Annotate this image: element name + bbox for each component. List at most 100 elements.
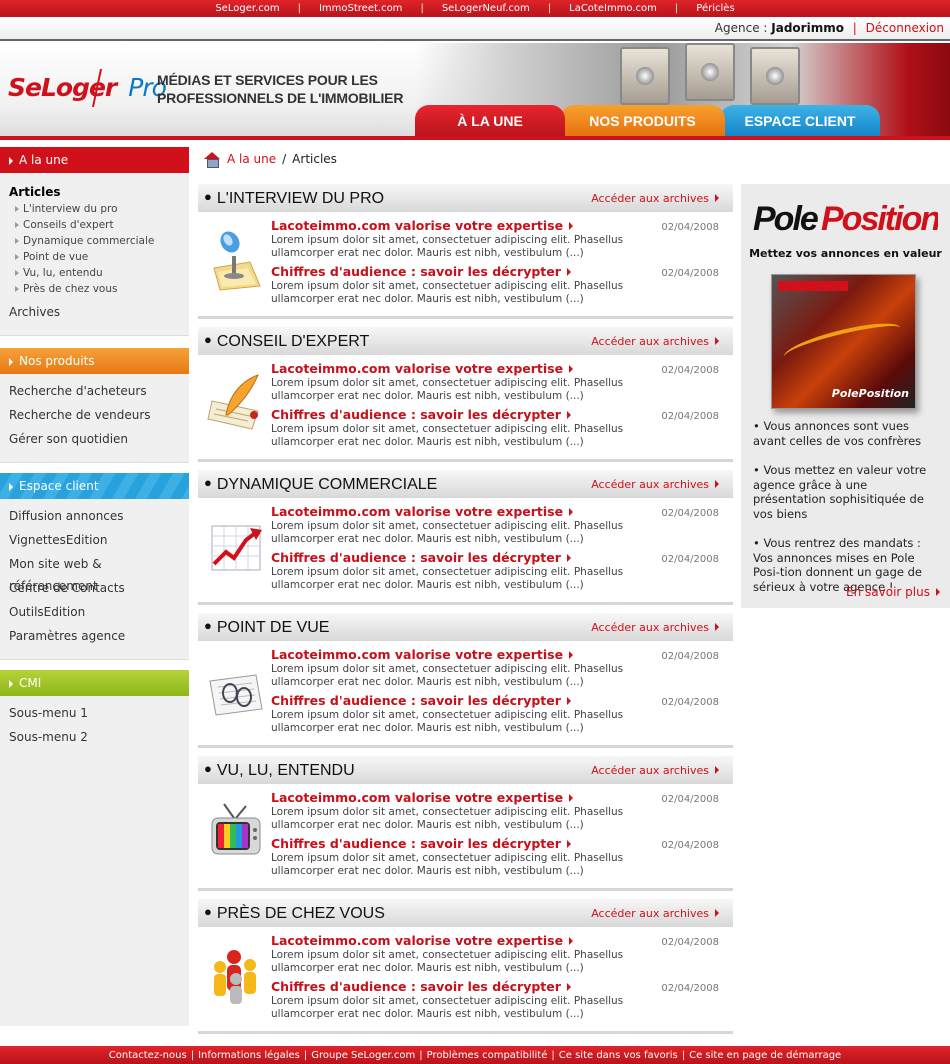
section-title[interactable]: ● PRÈS DE CHEZ VOUS [204, 904, 385, 923]
box-brand-label [778, 281, 848, 291]
seloger-pro-logo[interactable]: SeLoger Pro [8, 69, 167, 107]
arrow-right-icon [569, 222, 574, 230]
sidebar-subitem-interview[interactable]: L'interview du pro [9, 201, 189, 217]
articles-list: ● L'INTERVIEW DU PRO Accéder aux archives L… [198, 184, 733, 1042]
network-link-pericles[interactable]: Périclès [696, 3, 734, 14]
agency-name: Jadorimmo [771, 21, 844, 35]
separator: | [419, 1049, 423, 1061]
sidebar-heading-label: A la une [19, 153, 69, 167]
footer-link-group[interactable]: Groupe SeLoger.com [307, 1050, 419, 1061]
sidebar-item-site-web[interactable]: Mon site web & référencement [9, 553, 189, 593]
article-item: Chiffres d'audience : savoir les décrypt… [271, 836, 727, 878]
article-title-link[interactable]: Chiffres d'audience : savoir les décrypt… [271, 693, 571, 708]
arrow-right-icon [715, 909, 719, 917]
sidebar-item-recherche-acheteurs[interactable]: Recherche d'acheteurs [9, 380, 189, 404]
sidebar-subitem-point-de-vue[interactable]: Point de vue [9, 249, 189, 265]
speaker-icon [750, 47, 800, 105]
sidebar-section-espace-client: Diffusion annonces VignettesEdition Mon … [0, 499, 189, 660]
tab-nos-produits[interactable]: NOS PRODUITS [560, 105, 725, 136]
footer-link-homepage[interactable]: Ce site en page de démarrage [685, 1050, 845, 1061]
sidebar-heading-cmi[interactable]: CMI [0, 670, 189, 696]
logout-link[interactable]: Déconnexion [866, 21, 944, 35]
network-link-immostreet[interactable]: ImmoStreet.com [319, 3, 402, 14]
svg-text:Pole: Pole [753, 200, 818, 238]
sidebar-item-outils-edition[interactable]: OutilsEdition [9, 601, 189, 625]
article-title-link[interactable]: Lacoteimmo.com valorise votre expertise [271, 790, 574, 805]
breadcrumb-link-a-la-une[interactable]: A la une [227, 152, 276, 166]
article-title: Lacoteimmo.com valorise votre expertise [271, 218, 564, 233]
quill-letter-icon [206, 371, 266, 435]
pole-position-logo[interactable]: Pole Position [753, 194, 938, 242]
archives-label: Accéder aux archives [591, 478, 709, 491]
section-body: Lacoteimmo.com valorise votre expertise 0… [198, 355, 733, 462]
sidebar-subitem-conseils[interactable]: Conseils d'expert [9, 217, 189, 233]
article-title-link[interactable]: Lacoteimmo.com valorise votre expertise [271, 218, 574, 233]
article-date: 02/04/2008 [661, 840, 719, 851]
arrow-right-icon [9, 679, 13, 688]
section-title[interactable]: ● POINT DE VUE [204, 618, 329, 637]
glasses-document-icon [206, 657, 266, 721]
sidebar-item-vignettes-edition[interactable]: VignettesEdition [9, 529, 189, 553]
section-title-label: PRÈS DE CHEZ VOUS [216, 905, 385, 922]
article-title-link[interactable]: Lacoteimmo.com valorise votre expertise [271, 647, 574, 662]
footer-link-compat[interactable]: Problèmes compatibilité [423, 1050, 552, 1061]
network-link-selogerneuf[interactable]: SeLogerNeuf.com [442, 3, 530, 14]
sidebar-item-centre-contacts[interactable]: Centre de Contacts [9, 577, 189, 601]
home-icon[interactable] [203, 152, 221, 168]
sidebar-item-sous-menu-1[interactable]: Sous-menu 1 [9, 702, 189, 726]
footer-link-legal[interactable]: Informations légales [194, 1050, 304, 1061]
arrow-right-icon [566, 697, 571, 705]
article-item: Chiffres d'audience : savoir les décrypt… [271, 979, 727, 1021]
network-link-seloger[interactable]: SeLoger.com [215, 3, 279, 14]
archives-link[interactable]: Accéder aux archives [591, 335, 719, 348]
section-title[interactable]: ● L'INTERVIEW DU PRO [204, 189, 384, 208]
archives-link[interactable]: Accéder aux archives [591, 907, 719, 920]
arrow-right-icon [566, 268, 571, 276]
article-section: ● DYNAMIQUE COMMERCIALE Accéder aux archiv… [198, 470, 733, 613]
article-title-link[interactable]: Chiffres d'audience : savoir les décrypt… [271, 979, 571, 994]
sidebar-item-articles[interactable]: Articles [9, 183, 189, 201]
tab-a-la-une[interactable]: À LA UNE [415, 105, 565, 136]
article-title-link[interactable]: Lacoteimmo.com valorise votre expertise [271, 933, 574, 948]
section-title[interactable]: ● VU, LU, ENTENDU [204, 761, 355, 780]
sidebar-heading-a-la-une[interactable]: A la une [0, 147, 189, 173]
sidebar-item-sous-menu-2[interactable]: Sous-menu 2 [9, 726, 189, 750]
archives-link[interactable]: Accéder aux archives [591, 478, 719, 491]
network-link-lacoteimmo[interactable]: LaCoteImmo.com [569, 3, 657, 14]
footer-link-contact[interactable]: Contactez-nous [105, 1050, 191, 1061]
archives-link[interactable]: Accéder aux archives [591, 192, 719, 205]
article-item: Lacoteimmo.com valorise votre expertise 0… [271, 790, 727, 832]
footer-link-favorites[interactable]: Ce site dans vos favoris [555, 1050, 682, 1061]
article-title-link[interactable]: Chiffres d'audience : savoir les décrypt… [271, 550, 571, 565]
separator: | [420, 3, 424, 14]
archives-link[interactable]: Accéder aux archives [591, 621, 719, 634]
article-item: Chiffres d'audience : savoir les décrypt… [271, 550, 727, 592]
sidebar-subitem-dynamique[interactable]: Dynamique commerciale [9, 233, 189, 249]
article-title: Chiffres d'audience : savoir les décrypt… [271, 979, 561, 994]
article-title-link[interactable]: Chiffres d'audience : savoir les décrypt… [271, 836, 571, 851]
section-title[interactable]: ● DYNAMIQUE COMMERCIALE [204, 475, 437, 494]
sidebar-item-parametres-agence[interactable]: Paramètres agence [9, 625, 189, 649]
archives-link[interactable]: Accéder aux archives [591, 764, 719, 777]
separator: | [190, 1049, 195, 1061]
sidebar-heading-nos-produits[interactable]: Nos produits [0, 348, 189, 374]
sidebar-heading-espace-client[interactable]: Espace client [0, 473, 189, 499]
article-title-link[interactable]: Chiffres d'audience : savoir les décrypt… [271, 264, 571, 279]
tab-espace-client[interactable]: ESPACE CLIENT [720, 105, 880, 136]
article-date: 02/04/2008 [661, 651, 719, 662]
section-header: ● POINT DE VUE Accéder aux archives [198, 613, 733, 641]
sidebar-item-archives[interactable]: Archives [9, 301, 189, 325]
article-title-link[interactable]: Lacoteimmo.com valorise votre expertise [271, 361, 574, 376]
sidebar-subitem-pres-de-chez-vous[interactable]: Près de chez vous [9, 281, 189, 297]
article-section: ● VU, LU, ENTENDU Accéder aux archives Laco… [198, 756, 733, 899]
section-body: Lacoteimmo.com valorise votre expertise 0… [198, 784, 733, 891]
promo-more-link[interactable]: En savoir plus [846, 585, 940, 599]
section-title[interactable]: ● CONSEIL D'EXPERT [204, 332, 369, 351]
article-title-link[interactable]: Chiffres d'audience : savoir les décrypt… [271, 407, 571, 422]
sidebar-item-recherche-vendeurs[interactable]: Recherche de vendeurs [9, 404, 189, 428]
article-title-link[interactable]: Lacoteimmo.com valorise votre expertise [271, 504, 574, 519]
top-network-bar: SeLoger.com | ImmoStreet.com | SeLogerNeuf… [0, 0, 950, 17]
sidebar-item-diffusion-annonces[interactable]: Diffusion annonces [9, 505, 189, 529]
sidebar-subitem-vu-lu-entendu[interactable]: Vu, lu, entendu [9, 265, 189, 281]
sidebar-item-gerer-quotidien[interactable]: Gérer son quotidien [9, 428, 189, 452]
